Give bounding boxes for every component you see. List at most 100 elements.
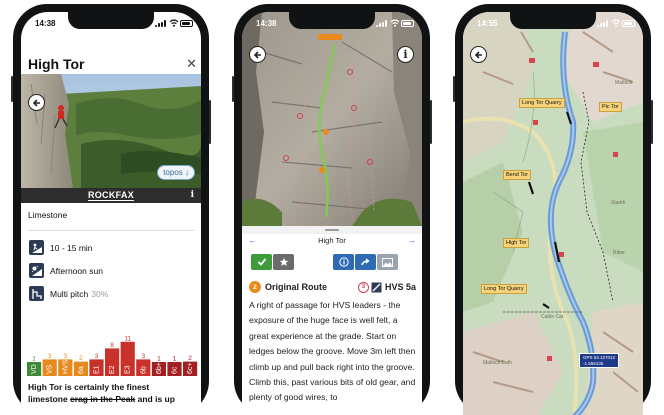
- drag-handle[interactable]: [242, 226, 422, 234]
- share-icon: [360, 258, 370, 266]
- info-icon: i: [403, 48, 408, 61]
- back-button[interactable]: [470, 46, 487, 63]
- wifi-icon: [611, 19, 621, 27]
- style-percentage: 30%: [91, 288, 109, 299]
- map-label-pic-tor[interactable]: Pic Tor: [599, 102, 622, 112]
- sun-icon: [29, 263, 44, 278]
- rock-type: Limestone: [28, 210, 68, 220]
- grade-histogram[interactable]: 1VD3VS3HVS26a3E18E211E336b16b+16c26c+: [27, 314, 199, 376]
- gps-readout: GPS 53.127012 -1.556135: [579, 353, 620, 368]
- route-nav: ← High Tor →: [242, 234, 422, 248]
- crag-photo: topos ↓: [21, 74, 201, 188]
- grade-category-label: E3: [125, 365, 132, 374]
- route-toolbar: [251, 254, 416, 272]
- info-icon[interactable]: i: [191, 190, 194, 200]
- map-town-label-matlock-bath: Matlock Bath: [483, 360, 512, 366]
- approach-row: 10 - 15 min: [29, 240, 93, 255]
- battery-icon: [622, 20, 635, 27]
- grade-category-label: HVS: [62, 359, 69, 374]
- map-town-label: Matlock: [615, 80, 633, 86]
- topo-photo[interactable]: i: [242, 12, 422, 226]
- arrow-left-icon: [253, 50, 261, 59]
- map-place-label: Starkh: [611, 200, 626, 206]
- arrow-left-icon: [474, 50, 482, 59]
- next-route-button[interactable]: →: [407, 235, 416, 245]
- description-line-1: High Tor is certainly the finest: [28, 382, 150, 392]
- style-row: Multi pitch 30%: [29, 286, 108, 301]
- map-label-lovers-leap[interactable]: Long Tor Quarry: [519, 98, 565, 108]
- stars-badge: 2: [249, 281, 261, 293]
- crag-title: High Tor: [28, 56, 85, 72]
- map-view[interactable]: Long Tor Quarry Pic Tor Bend Tor High To…: [463, 12, 643, 415]
- publisher-bar: ROCKFAX i: [21, 188, 201, 203]
- signal-icon: [155, 20, 167, 27]
- screen: 14:38 i ← High Tor → 2 Original Route 3 …: [242, 12, 422, 415]
- status-time: 14:55: [477, 19, 498, 28]
- sun-row: Afternoon sun: [29, 263, 103, 278]
- grade-count-label: 2: [188, 355, 192, 362]
- route-description: A right of passage for HVS leaders - the…: [249, 300, 416, 403]
- rockfax-logo[interactable]: ROCKFAX: [87, 190, 135, 201]
- topo-image: [242, 12, 422, 226]
- bolts-badge: 3: [357, 281, 369, 293]
- tick-button[interactable]: [251, 254, 272, 270]
- description-text-end: and is up: [135, 394, 175, 404]
- back-button[interactable]: [28, 94, 45, 111]
- status-time: 14:38: [35, 19, 56, 28]
- photo-button[interactable]: [377, 254, 398, 270]
- approach-time: 10 - 15 min: [50, 242, 93, 253]
- details-button[interactable]: [333, 254, 354, 270]
- signal-icon: [376, 20, 388, 27]
- map-label-high-tor[interactable]: High Tor: [503, 238, 530, 248]
- map-label-bend-tor[interactable]: Bend Tor: [503, 170, 531, 180]
- phone-notch: [68, 12, 154, 29]
- crag-description: High Tor is certainly the finest limesto…: [28, 381, 195, 405]
- star-icon: [279, 257, 288, 266]
- topos-button[interactable]: topos ↓: [157, 165, 195, 180]
- grade-category-label: 6b: [140, 366, 147, 374]
- phone-map: 14:55 Long Tor Quarry Pic Tor Bend Tor H…: [453, 4, 653, 415]
- wifi-icon: [169, 19, 179, 27]
- battery-icon: [180, 20, 193, 27]
- route-header: 2 Original Route 3 HVS 5a: [249, 280, 416, 294]
- phone-route-detail: 14:38 i ← High Tor → 2 Original Route 3 …: [232, 4, 432, 415]
- grade-category-label: 6a: [78, 366, 85, 374]
- description-text: limestone: [28, 394, 71, 404]
- grade-category-label: 6b+: [156, 362, 163, 374]
- sun-aspect: Afternoon sun: [50, 265, 103, 276]
- favourite-button[interactable]: [273, 254, 294, 270]
- grade-count-label: 3: [63, 353, 67, 360]
- back-button[interactable]: [249, 46, 266, 63]
- grade-count-label: 1: [173, 356, 177, 363]
- battery-icon: [401, 20, 414, 27]
- info-button[interactable]: i: [397, 46, 414, 63]
- share-button[interactable]: [355, 254, 376, 270]
- phone-notch: [510, 12, 596, 29]
- close-icon[interactable]: ✕: [186, 56, 197, 72]
- phone-crag-overview: 14:38 High Tor ✕ topos ↓ ROCKFAX i Limes…: [11, 4, 211, 415]
- grade-count-label: 2: [79, 355, 83, 362]
- map-place-label-riber: Riber: [613, 250, 625, 256]
- check-icon: [257, 258, 266, 266]
- description-strike-text: crag in the Peak: [70, 394, 136, 404]
- grade-category-label: E1: [94, 365, 101, 374]
- screen: 14:55 Long Tor Quarry Pic Tor Bend Tor H…: [463, 12, 643, 415]
- grade-count-label: 3: [141, 353, 145, 360]
- grade-category-label: VD: [31, 364, 38, 374]
- wifi-icon: [390, 19, 400, 27]
- screen: 14:38 High Tor ✕ topos ↓ ROCKFAX i Limes…: [21, 12, 201, 415]
- grade-count-label: 1: [32, 356, 36, 363]
- signal-icon: [597, 20, 609, 27]
- image-icon: [382, 257, 393, 267]
- gps-coords: GPS 53.127012 -1.556135: [583, 355, 616, 366]
- grade-count-label: 8: [110, 342, 114, 349]
- route-grade: HVS 5a: [384, 282, 416, 292]
- arrow-left-icon: [32, 98, 40, 107]
- info-circle-icon: [338, 257, 349, 267]
- status-time: 14:38: [256, 19, 277, 28]
- map-label-long-tor-quarry[interactable]: Long Tor Quarry: [481, 284, 527, 294]
- divider: [28, 230, 194, 231]
- grade-category-label: 6c: [172, 366, 179, 374]
- grade-count-label: 11: [124, 335, 131, 342]
- route-nav-title: High Tor: [318, 236, 346, 245]
